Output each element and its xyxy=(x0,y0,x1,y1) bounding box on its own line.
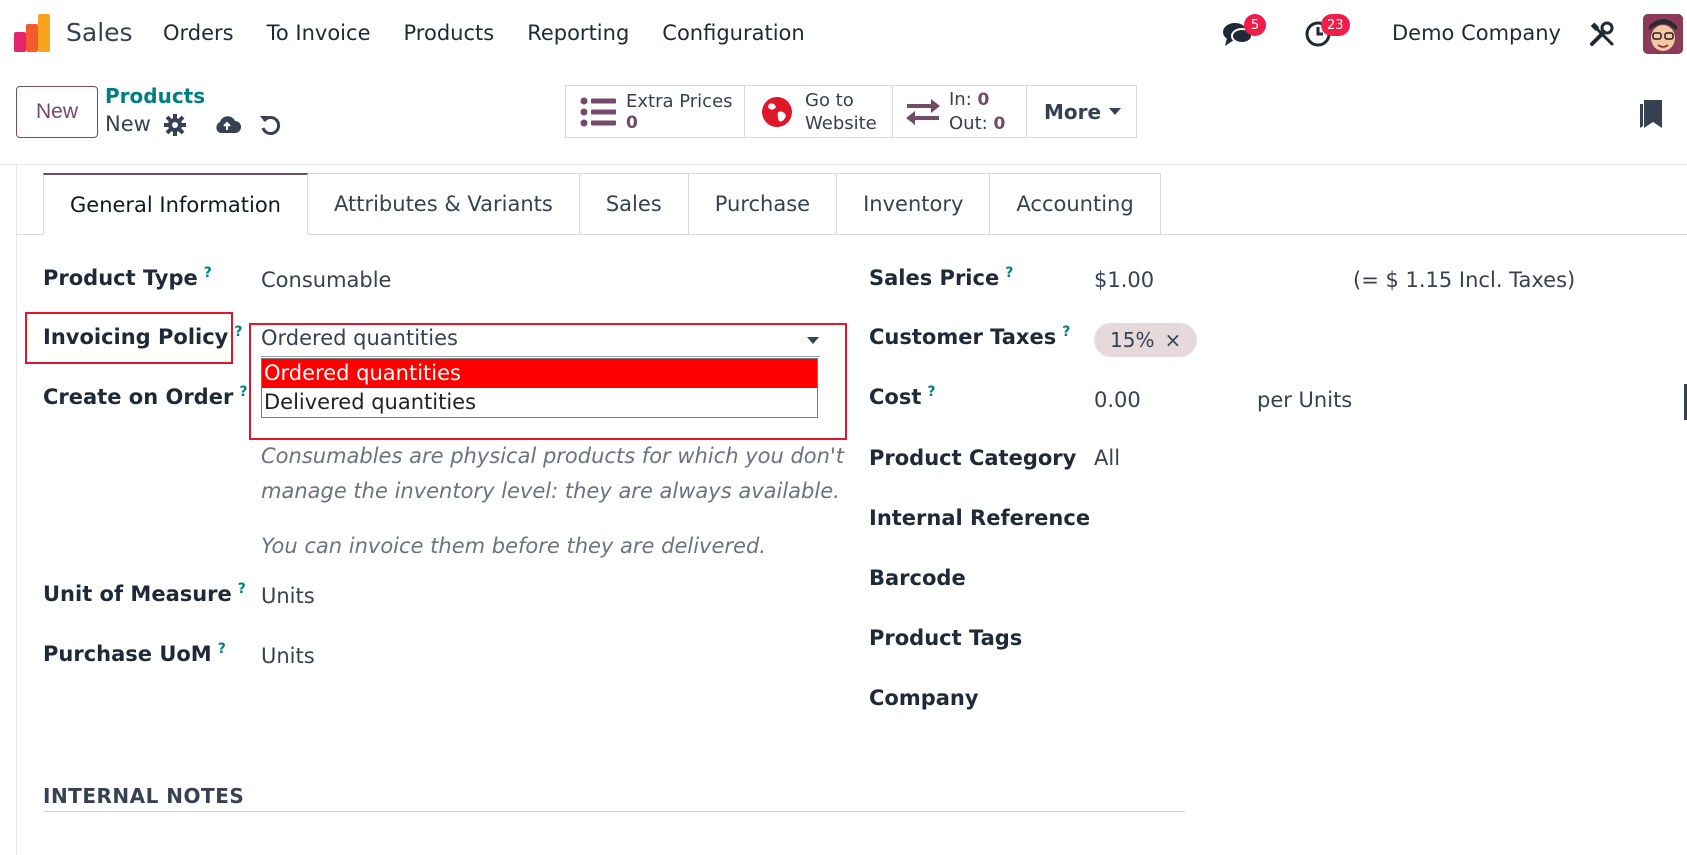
tax-tag-label: 15% xyxy=(1110,328,1155,352)
tab-attributes-variants[interactable]: Attributes & Variants xyxy=(308,173,580,235)
tools-icon[interactable] xyxy=(1589,21,1615,47)
company-label: Company xyxy=(869,686,979,710)
tab-inventory[interactable]: Inventory xyxy=(837,173,991,235)
discard-changes-icon[interactable] xyxy=(258,113,282,137)
product-type-help-line1: Consumables are physical products for wh… xyxy=(261,444,844,468)
app-name[interactable]: Sales xyxy=(66,18,133,47)
tab-accounting[interactable]: Accounting xyxy=(990,173,1161,235)
more-button[interactable]: More xyxy=(1026,85,1137,138)
unit-of-measure-label: Unit of Measure? xyxy=(43,581,246,606)
product-category-label: Product Category xyxy=(869,446,1077,470)
barcode-label: Barcode xyxy=(869,566,966,590)
product-category-value[interactable]: All xyxy=(1094,446,1120,470)
help-tooltip-icon[interactable]: ? xyxy=(238,581,246,597)
cost-unit: per Units xyxy=(1257,388,1353,412)
product-type-help-line2: manage the inventory level: they are alw… xyxy=(261,479,840,503)
select-caret-down-icon[interactable] xyxy=(807,337,819,344)
sales-price-value[interactable]: $1.00 xyxy=(1094,268,1154,292)
caret-down-icon xyxy=(1109,108,1122,115)
breadcrumb-products-link[interactable]: Products xyxy=(105,84,205,108)
menu-configuration[interactable]: Configuration xyxy=(662,21,804,45)
invoicing-policy-dropdown: Ordered quantities Delivered quantities xyxy=(261,358,818,418)
help-tooltip-icon[interactable]: ? xyxy=(1005,265,1013,281)
new-button[interactable]: New xyxy=(16,86,98,138)
remove-tag-icon[interactable]: × xyxy=(1164,328,1181,352)
company-switcher[interactable]: Demo Company xyxy=(1392,21,1561,45)
in-out-moves-button[interactable]: In: 0 Out: 0 xyxy=(892,85,1027,138)
cloud-upload-icon[interactable] xyxy=(213,113,241,137)
main-menu: Orders To Invoice Products Reporting Con… xyxy=(163,21,838,45)
extra-prices-label: Extra Prices xyxy=(626,91,733,112)
tax-tag-15: 15% × xyxy=(1094,323,1198,357)
out-label: Out: xyxy=(949,112,988,134)
activities-badge: 23 xyxy=(1321,14,1350,36)
menu-products[interactable]: Products xyxy=(404,21,495,45)
cost-value[interactable]: 0.00 xyxy=(1094,388,1141,412)
bookmark-icon[interactable] xyxy=(1640,100,1662,128)
sales-app-logo-icon[interactable] xyxy=(14,14,50,52)
breadcrumb-current: New xyxy=(105,112,151,136)
top-navbar: Sales Orders To Invoice Products Reporti… xyxy=(0,0,1687,68)
out-count: 0 xyxy=(993,113,1006,134)
product-tags-label: Product Tags xyxy=(869,626,1023,650)
product-type-label: Product Type? xyxy=(43,265,212,290)
menu-orders[interactable]: Orders xyxy=(163,21,234,45)
tab-sales[interactable]: Sales xyxy=(579,173,689,235)
go-to-website-button[interactable]: Go to Website xyxy=(744,85,893,138)
invoicing-help-line: You can invoice them before they are del… xyxy=(261,534,766,558)
product-type-value[interactable]: Consumable xyxy=(261,268,391,292)
internal-notes-divider xyxy=(43,811,1185,812)
purchase-uom-value[interactable]: Units xyxy=(261,644,315,668)
in-count: 0 xyxy=(977,89,990,110)
notebook-tabs: General Information Attributes & Variant… xyxy=(43,173,1161,235)
help-tooltip-icon[interactable]: ? xyxy=(239,384,247,400)
exchange-arrows-icon xyxy=(906,98,940,125)
menu-reporting[interactable]: Reporting xyxy=(527,21,629,45)
gear-icon[interactable] xyxy=(163,113,187,137)
purchase-uom-label: Purchase UoM? xyxy=(43,641,226,666)
extra-prices-count: 0 xyxy=(626,113,638,133)
menu-to-invoice[interactable]: To Invoice xyxy=(267,21,371,45)
help-tooltip-icon[interactable]: ? xyxy=(218,641,226,657)
website-line2: Website xyxy=(805,112,877,134)
more-label: More xyxy=(1044,99,1102,124)
website-line1: Go to xyxy=(805,89,854,111)
in-label: In: xyxy=(949,88,972,110)
messages-badge: 5 xyxy=(1244,14,1266,36)
internal-reference-label: Internal Reference xyxy=(869,506,1091,530)
unit-of-measure-value[interactable]: Units xyxy=(261,584,315,608)
help-tooltip-icon[interactable]: ? xyxy=(1062,324,1070,340)
cost-label: Cost? xyxy=(869,384,936,409)
invoicing-policy-label: Invoicing Policy? xyxy=(43,324,243,349)
internal-notes-title: INTERNAL NOTES xyxy=(43,784,245,808)
extra-prices-button[interactable]: Extra Prices 0 xyxy=(565,85,745,138)
sales-price-label: Sales Price? xyxy=(869,265,1014,290)
option-delivered-quantities[interactable]: Delivered quantities xyxy=(262,388,817,417)
globe-icon xyxy=(762,96,792,127)
sales-price-incl-taxes: (= $ 1.15 Incl. Taxes) xyxy=(1353,268,1576,292)
help-tooltip-icon[interactable]: ? xyxy=(234,324,242,340)
user-avatar[interactable] xyxy=(1643,14,1683,54)
customer-taxes-label: Customer Taxes? xyxy=(869,324,1071,349)
invoicing-policy-select[interactable]: Ordered quantities xyxy=(261,326,458,350)
tab-general-information[interactable]: General Information xyxy=(43,173,308,235)
tab-purchase[interactable]: Purchase xyxy=(688,173,838,235)
create-on-order-label: Create on Order? xyxy=(43,384,248,409)
select-underline xyxy=(261,356,820,357)
sheet-left-edge xyxy=(16,165,17,855)
list-icon xyxy=(580,97,616,126)
help-tooltip-icon[interactable]: ? xyxy=(204,265,212,281)
help-tooltip-icon[interactable]: ? xyxy=(927,384,935,400)
option-ordered-quantities[interactable]: Ordered quantities xyxy=(262,359,817,388)
control-panel: New Products New Extra Prices 0 Go to We… xyxy=(0,68,1687,165)
avatar-face-icon xyxy=(1643,14,1683,54)
